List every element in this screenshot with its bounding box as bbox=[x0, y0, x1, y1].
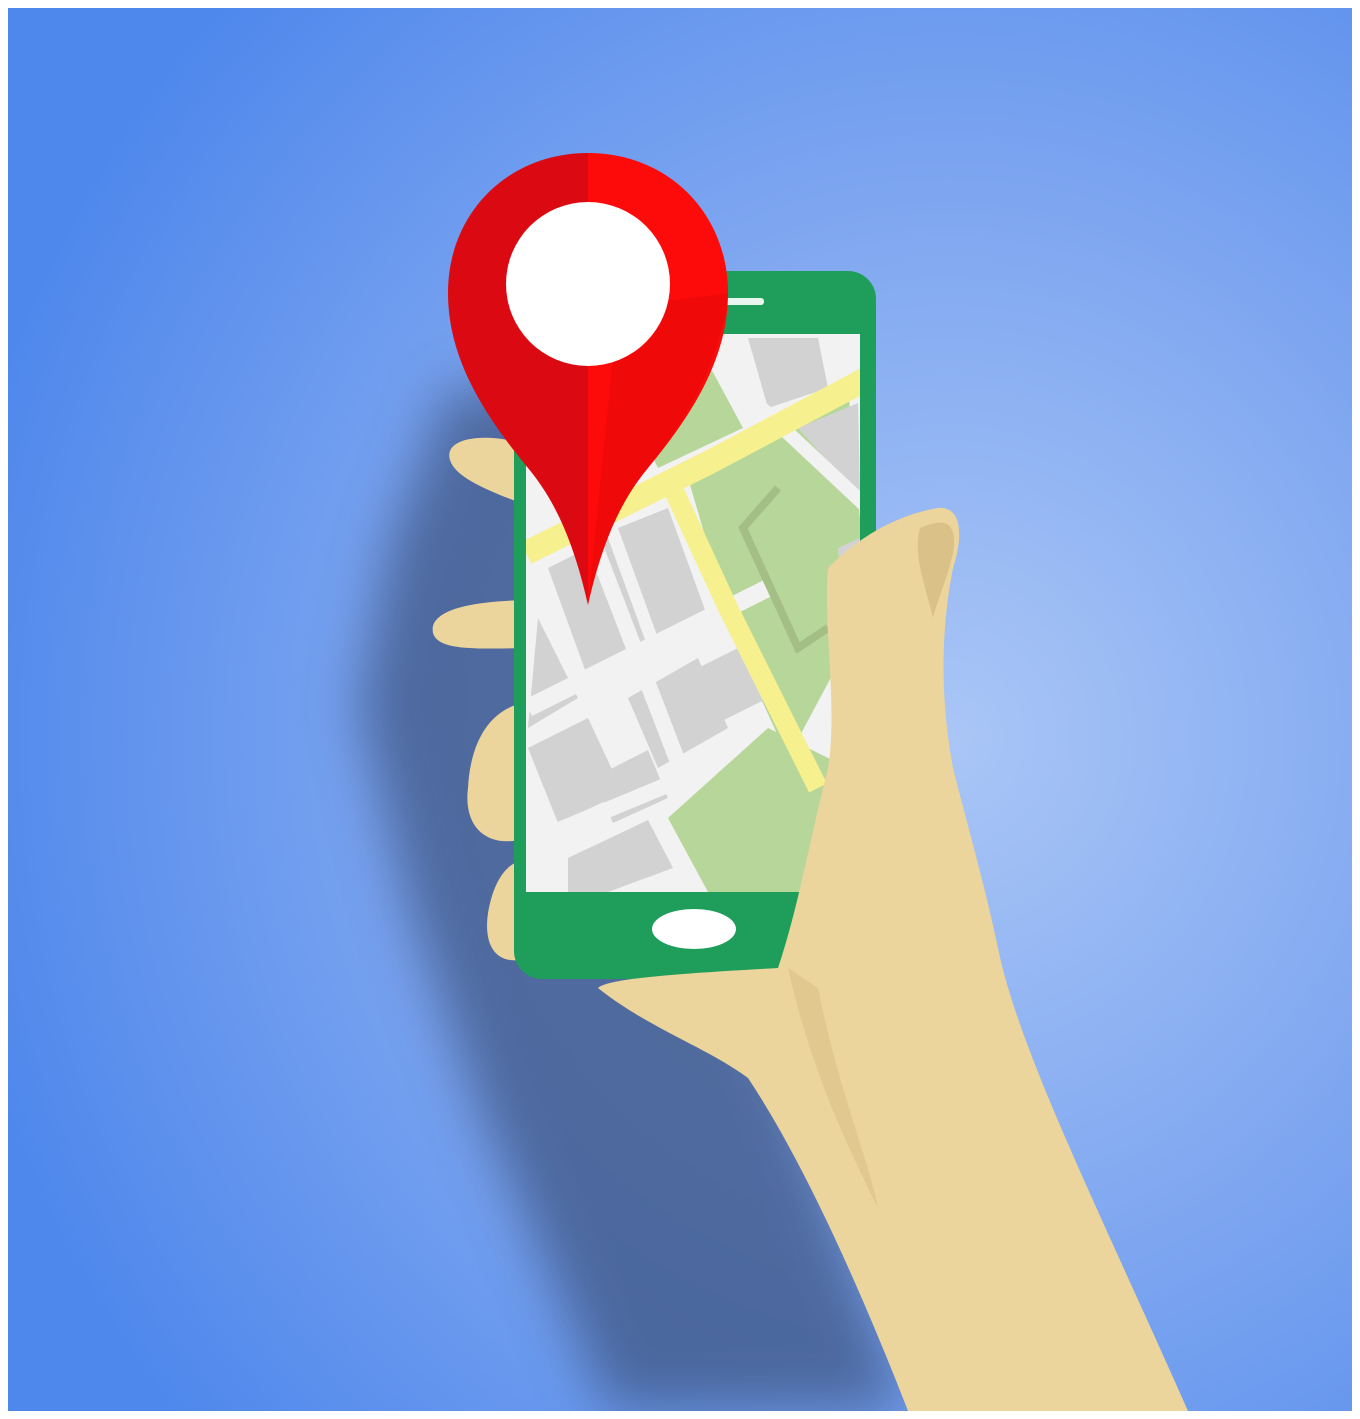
location-illustration bbox=[8, 8, 1352, 1411]
phone-speaker bbox=[722, 298, 764, 305]
illustration-frame bbox=[8, 8, 1352, 1411]
pin-center bbox=[506, 202, 670, 366]
home-button bbox=[652, 909, 736, 949]
